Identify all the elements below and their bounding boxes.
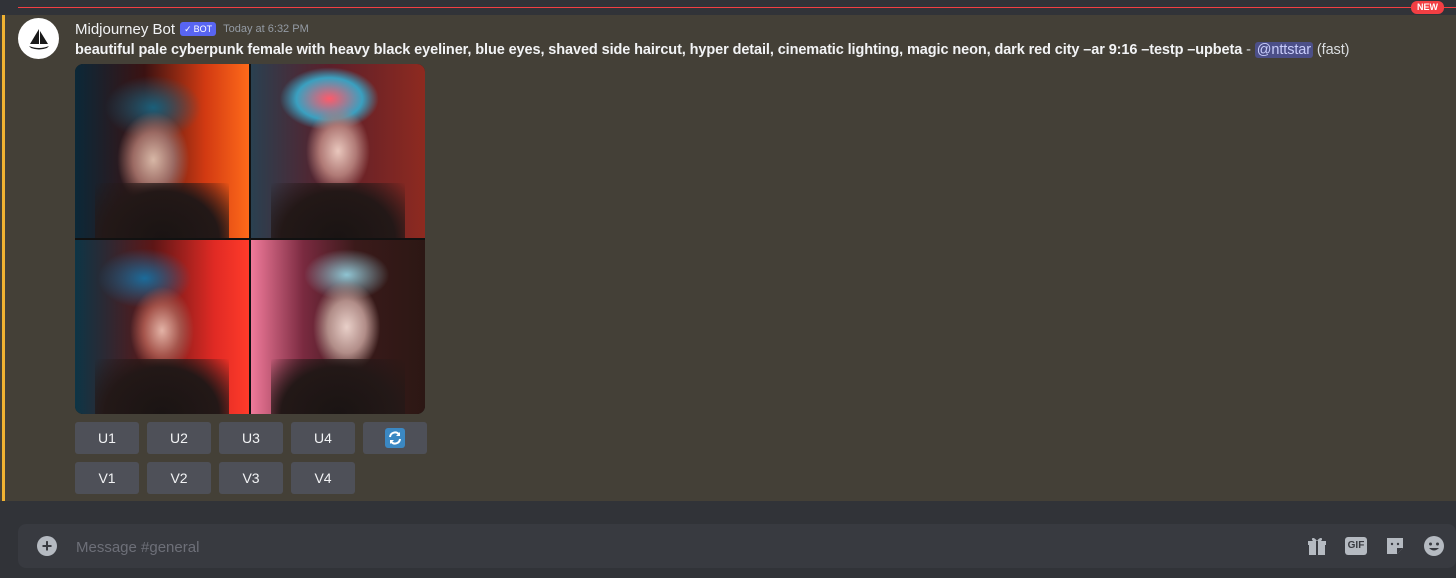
message-input[interactable]: [74, 533, 1178, 561]
message-composer: + GIF: [18, 524, 1456, 568]
gif-label: GIF: [1344, 537, 1368, 555]
username[interactable]: Midjourney Bot: [75, 21, 175, 38]
variation-2-button[interactable]: V2: [147, 462, 211, 494]
new-messages-divider: [18, 7, 1456, 8]
message-content: beautiful pale cyberpunk female with hea…: [75, 42, 1349, 58]
upscale-1-button[interactable]: U1: [75, 422, 139, 454]
bot-tag: ✓ BOT: [180, 22, 217, 36]
variation-button-row: V1 V2 V3 V4: [75, 462, 355, 494]
sailboat-logo-icon: [28, 28, 49, 49]
plus-icon[interactable]: +: [37, 536, 57, 556]
grid-image-3: [75, 240, 249, 414]
timestamp[interactable]: Today at 6:32 PM: [223, 23, 309, 35]
variation-4-button[interactable]: V4: [291, 462, 355, 494]
emoji-icon[interactable]: [1422, 534, 1446, 558]
variation-3-button[interactable]: V3: [219, 462, 283, 494]
grid-image-2: [251, 64, 425, 238]
bot-tag-label: BOT: [193, 24, 213, 34]
gift-icon[interactable]: [1305, 534, 1329, 558]
reroll-icon: [385, 428, 405, 448]
user-mention[interactable]: @nttstar: [1254, 42, 1313, 58]
verified-check-icon: ✓: [184, 24, 192, 34]
upscale-2-button[interactable]: U2: [147, 422, 211, 454]
new-messages-badge: NEW: [1411, 1, 1444, 14]
grid-image-4: [251, 240, 425, 414]
reroll-button[interactable]: [363, 422, 427, 454]
message-header: Midjourney Bot ✓ BOT Today at 6:32 PM: [75, 19, 309, 39]
upscale-3-button[interactable]: U3: [219, 422, 283, 454]
sticker-icon[interactable]: [1383, 534, 1407, 558]
composer-actions: GIF: [1305, 534, 1446, 558]
prompt-text: beautiful pale cyberpunk female with hea…: [75, 42, 1243, 58]
image-grid[interactable]: [75, 64, 425, 414]
variation-1-button[interactable]: V1: [75, 462, 139, 494]
mention-highlight-bar: [2, 15, 5, 501]
separator: -: [1242, 42, 1255, 58]
discord-chat-view: NEW Midjourney Bot ✓ BOT Today at 6:32 P…: [0, 0, 1456, 578]
speed-label: (fast): [1313, 42, 1350, 58]
message: Midjourney Bot ✓ BOT Today at 6:32 PM be…: [0, 15, 1456, 501]
upscale-button-row: U1 U2 U3 U4: [75, 422, 427, 454]
gif-icon[interactable]: GIF: [1344, 534, 1368, 558]
grid-image-1: [75, 64, 249, 238]
upscale-4-button[interactable]: U4: [291, 422, 355, 454]
avatar[interactable]: [18, 18, 59, 59]
